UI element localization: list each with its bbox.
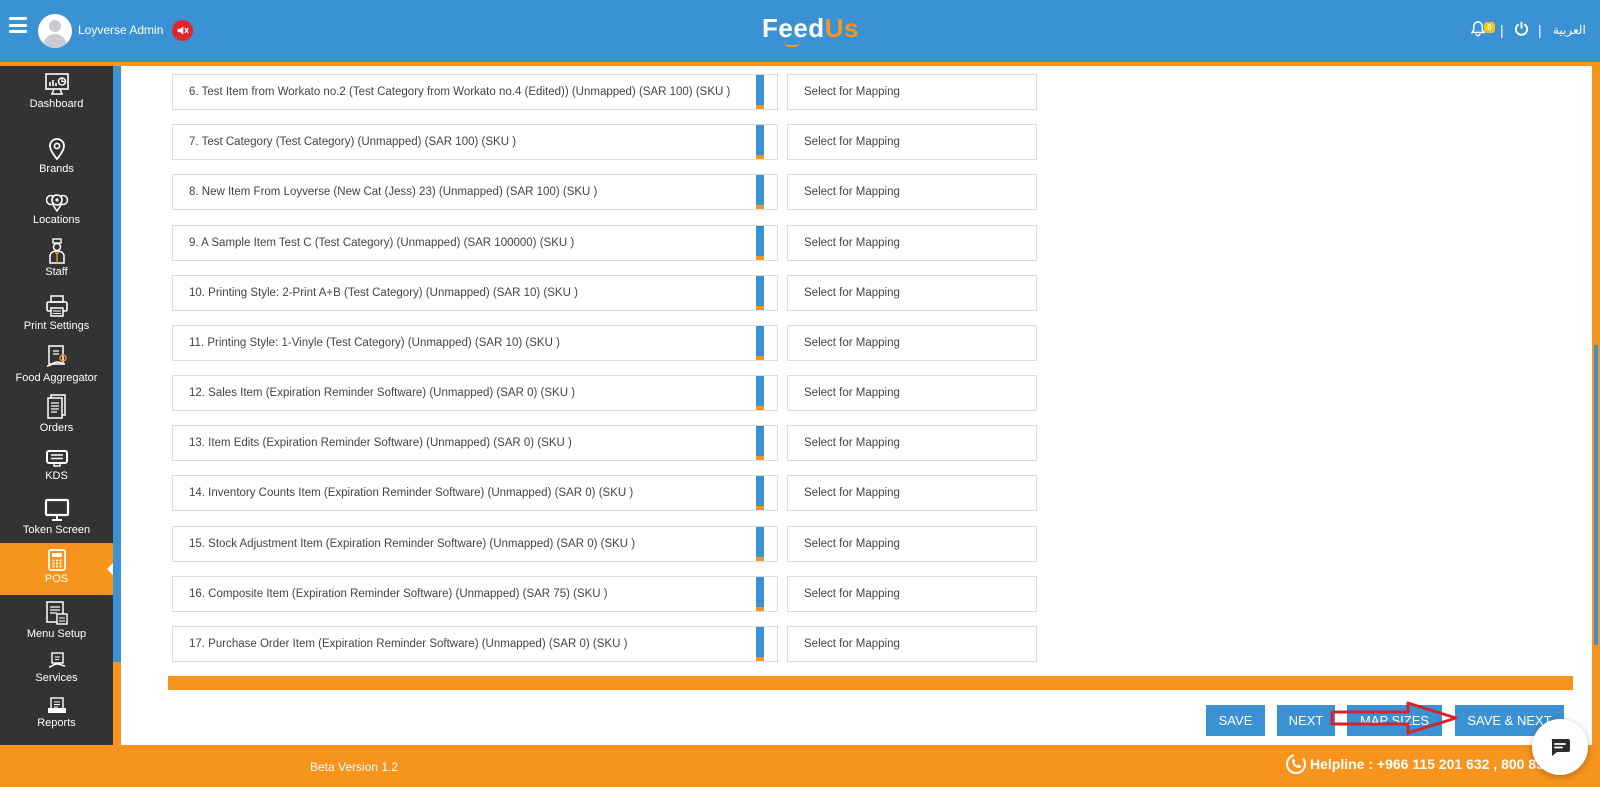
feedus-logo: FeedUs — [762, 13, 859, 47]
mapping-item-row: 10. Printing Style: 2-Print A+B (Test Ca… — [172, 275, 778, 311]
mapping-item-row: 9. A Sample Item Test C (Test Category) … — [172, 225, 778, 261]
mapping-select[interactable]: Select for Mapping — [787, 325, 1037, 361]
hamburger-menu-icon[interactable] — [9, 17, 27, 33]
header-separator: | — [1538, 22, 1542, 38]
top-header: Loyverse Admin FeedUs 0 | | العربية — [0, 0, 1600, 62]
mapping-item-row: 17. Purchase Order Item (Expiration Remi… — [172, 626, 778, 662]
sound-muted-icon[interactable] — [172, 20, 193, 41]
avatar[interactable] — [38, 14, 72, 48]
sidebar-item-label: Dashboard — [29, 98, 84, 110]
footer: Beta Version 1.2 Helpline : +966 115 201… — [0, 745, 1600, 787]
sidebar-item-label: Services — [35, 672, 78, 684]
sidebar-item-reports[interactable]: Reports — [0, 697, 113, 741]
mapping-item-row: 6. Test Item from Workato no.2 (Test Cat… — [172, 74, 778, 110]
sidebar-item-label: Print Settings — [23, 320, 90, 332]
mapping-select[interactable]: Select for Mapping — [787, 275, 1037, 311]
notification-badge: 0 — [1484, 22, 1495, 33]
mapping-select[interactable]: Select for Mapping — [787, 124, 1037, 160]
next-button[interactable]: NEXT — [1277, 705, 1335, 736]
header-separator: | — [1500, 22, 1504, 38]
red-arrow-annotation-icon — [1330, 701, 1458, 735]
sidebar-item-kds[interactable]: KDS — [0, 448, 113, 498]
orders-icon — [46, 394, 66, 419]
printer-icon — [45, 295, 68, 317]
mapping-item-row: 13. Item Edits (Expiration Reminder Soft… — [172, 425, 778, 461]
mapping-select[interactable]: Select for Mapping — [787, 475, 1037, 511]
sidebar-item-locations[interactable]: Locations — [0, 192, 113, 242]
sidebar-item-staff[interactable]: Staff — [0, 238, 113, 288]
kds-icon — [45, 450, 68, 467]
bell-icon[interactable] — [1470, 21, 1486, 42]
locations-icon — [45, 194, 68, 212]
sidebar-item-label: Staff — [45, 266, 68, 278]
sidebar-item-menu-setup[interactable]: Menu Setup — [0, 600, 113, 650]
food-aggregator-icon — [46, 345, 67, 367]
sidebar-item-dashboard[interactable]: Dashboard — [0, 72, 113, 124]
mapping-select[interactable]: Select for Mapping — [787, 576, 1037, 612]
staff-icon — [48, 238, 65, 264]
sidebar-item-label: Locations — [32, 214, 81, 226]
map-pin-icon — [48, 138, 65, 161]
sidebar-item-label: Reports — [37, 717, 76, 729]
phone-support-icon — [1284, 752, 1308, 781]
language-switch[interactable]: العربية — [1553, 23, 1586, 37]
sidebar-item-pos[interactable]: POS — [0, 543, 113, 595]
sidebar: Dashboard Brands Locations Staff Print S… — [0, 66, 113, 745]
menu-setup-icon — [45, 601, 68, 625]
dashboard-icon — [44, 73, 69, 95]
sidebar-item-label: Orders — [39, 422, 74, 434]
helpline-text: Helpline : +966 115 201 632 , 800 85 — [1310, 756, 1544, 772]
list-bottom-divider — [168, 676, 1573, 690]
mapping-item-row: 8. New Item From Loyverse (New Cat (Jess… — [172, 174, 778, 210]
sidebar-item-label: POS — [44, 573, 69, 585]
version-label: Beta Version 1.2 — [310, 760, 399, 774]
mapping-select[interactable]: Select for Mapping — [787, 626, 1037, 662]
mapping-select[interactable]: Select for Mapping — [787, 375, 1037, 411]
mapping-select[interactable]: Select for Mapping — [787, 74, 1037, 110]
services-icon — [48, 652, 65, 668]
sidebar-item-services[interactable]: Services — [0, 652, 113, 696]
calculator-icon — [47, 549, 66, 571]
reports-icon — [47, 697, 66, 713]
mapping-item-row: 14. Inventory Counts Item (Expiration Re… — [172, 475, 778, 511]
sidebar-item-label: Brands — [39, 163, 74, 175]
mapping-item-row: 11. Printing Style: 1-Vinyle (Test Categ… — [172, 325, 778, 361]
content-left-edge — [113, 66, 121, 662]
sidebar-item-label: Token Screen — [22, 524, 91, 536]
mapping-item-row: 7. Test Category (Test Category) (Unmapp… — [172, 124, 778, 160]
user-name: Loyverse Admin — [78, 23, 164, 37]
mapping-item-row: 15. Stock Adjustment Item (Expiration Re… — [172, 526, 778, 562]
scrollbar-thumb[interactable] — [1594, 345, 1598, 645]
sidebar-item-label: Menu Setup — [26, 628, 87, 640]
sidebar-item-label: Food Aggregator — [15, 372, 98, 384]
sidebar-item-print-settings[interactable]: Print Settings — [0, 294, 113, 344]
chat-button[interactable] — [1532, 719, 1588, 775]
chat-icon — [1551, 739, 1570, 756]
mapping-select[interactable]: Select for Mapping — [787, 425, 1037, 461]
sidebar-item-orders[interactable]: Orders — [0, 394, 113, 444]
mapping-item-row: 16. Composite Item (Expiration Reminder … — [172, 576, 778, 612]
power-icon[interactable] — [1514, 21, 1529, 41]
sidebar-item-food-aggregator[interactable]: Food Aggregator — [0, 344, 113, 394]
sidebar-item-label: KDS — [45, 470, 68, 482]
monitor-icon — [44, 498, 69, 521]
content-left-edge-accent — [113, 662, 121, 745]
mapping-select[interactable]: Select for Mapping — [787, 225, 1037, 261]
sidebar-item-token-screen[interactable]: Token Screen — [0, 498, 113, 548]
sidebar-item-brands[interactable]: Brands — [0, 137, 113, 187]
save-button[interactable]: SAVE — [1206, 705, 1265, 736]
mapping-select[interactable]: Select for Mapping — [787, 174, 1037, 210]
mapping-item-row: 12. Sales Item (Expiration Reminder Soft… — [172, 375, 778, 411]
mapping-select[interactable]: Select for Mapping — [787, 526, 1037, 562]
